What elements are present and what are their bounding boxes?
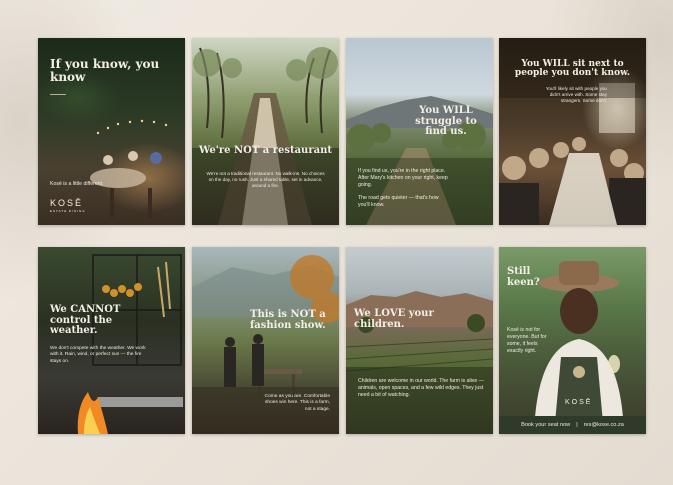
poster-struggle-to-find-us: You WILL struggle to find us. If you fin… xyxy=(346,38,493,225)
body-text: Kosē is a little different. xyxy=(50,181,104,187)
headline: Still keen? xyxy=(507,266,540,288)
poster-still-keen: Still keen? Kosē is not for everyone. Bu… xyxy=(499,247,646,434)
vineyard-mountains-photo xyxy=(346,291,493,434)
headline: We're NOT a restaurant xyxy=(199,145,332,156)
body-text: We don't compete with the weather. We wo… xyxy=(50,346,146,364)
olive-grove-table-photo xyxy=(192,47,339,225)
headline: We LOVE your children. xyxy=(354,308,434,330)
outdoor-fire-kitchen-photo xyxy=(77,254,183,434)
book-seat-link[interactable]: Book your seat now xyxy=(521,422,570,428)
poster-if-you-know: If you know, you know Kosē is a little d… xyxy=(38,38,185,225)
email-link[interactable]: res@kose.co.za xyxy=(584,422,624,428)
body-text: Children are welcome in our world. The f… xyxy=(358,378,484,399)
booking-strip: Book your seat now | res@kose.co.za xyxy=(499,416,646,434)
body-text: We're not a traditional restaurant. No w… xyxy=(206,171,325,189)
headline: You WILL struggle to find us. xyxy=(415,105,477,137)
poster-love-your-children: We LOVE your children. Children are welc… xyxy=(346,247,493,434)
body-text: Come as you are. Comfortable shoes win h… xyxy=(264,394,330,412)
body-text: You'll likely sit with people you didn't… xyxy=(545,86,607,104)
headline: If you know, you know xyxy=(50,57,160,84)
poster-not-a-fashion-show: This is NOT a fashion show. Come as you … xyxy=(192,247,339,434)
poster-sit-next-to-strangers: You WILL sit next to people you don't kn… xyxy=(499,38,646,225)
poster-cannot-control-weather: We CANNOT control the weather. We don't … xyxy=(38,247,185,434)
body-text: Kosē is not for everyone. But for some, … xyxy=(507,327,547,355)
kose-logo-sub: ESTATE DINING xyxy=(50,209,86,213)
divider xyxy=(50,94,66,95)
headline: This is NOT a fashion show. xyxy=(250,309,326,331)
body-text: If you find us, you're in the right plac… xyxy=(358,168,448,189)
poster-not-a-restaurant: We're NOT a restaurant We're not a tradi… xyxy=(192,38,339,225)
separator: | xyxy=(576,422,578,428)
kose-apron-logo: KOSĒ xyxy=(565,399,593,406)
body-text-2: The road gets quieter — that's how you'l… xyxy=(358,195,439,209)
headline: We CANNOT control the weather. xyxy=(50,304,121,336)
headline: You WILL sit next to people you don't kn… xyxy=(514,59,631,79)
kose-logo: KOSĒ xyxy=(50,198,84,208)
